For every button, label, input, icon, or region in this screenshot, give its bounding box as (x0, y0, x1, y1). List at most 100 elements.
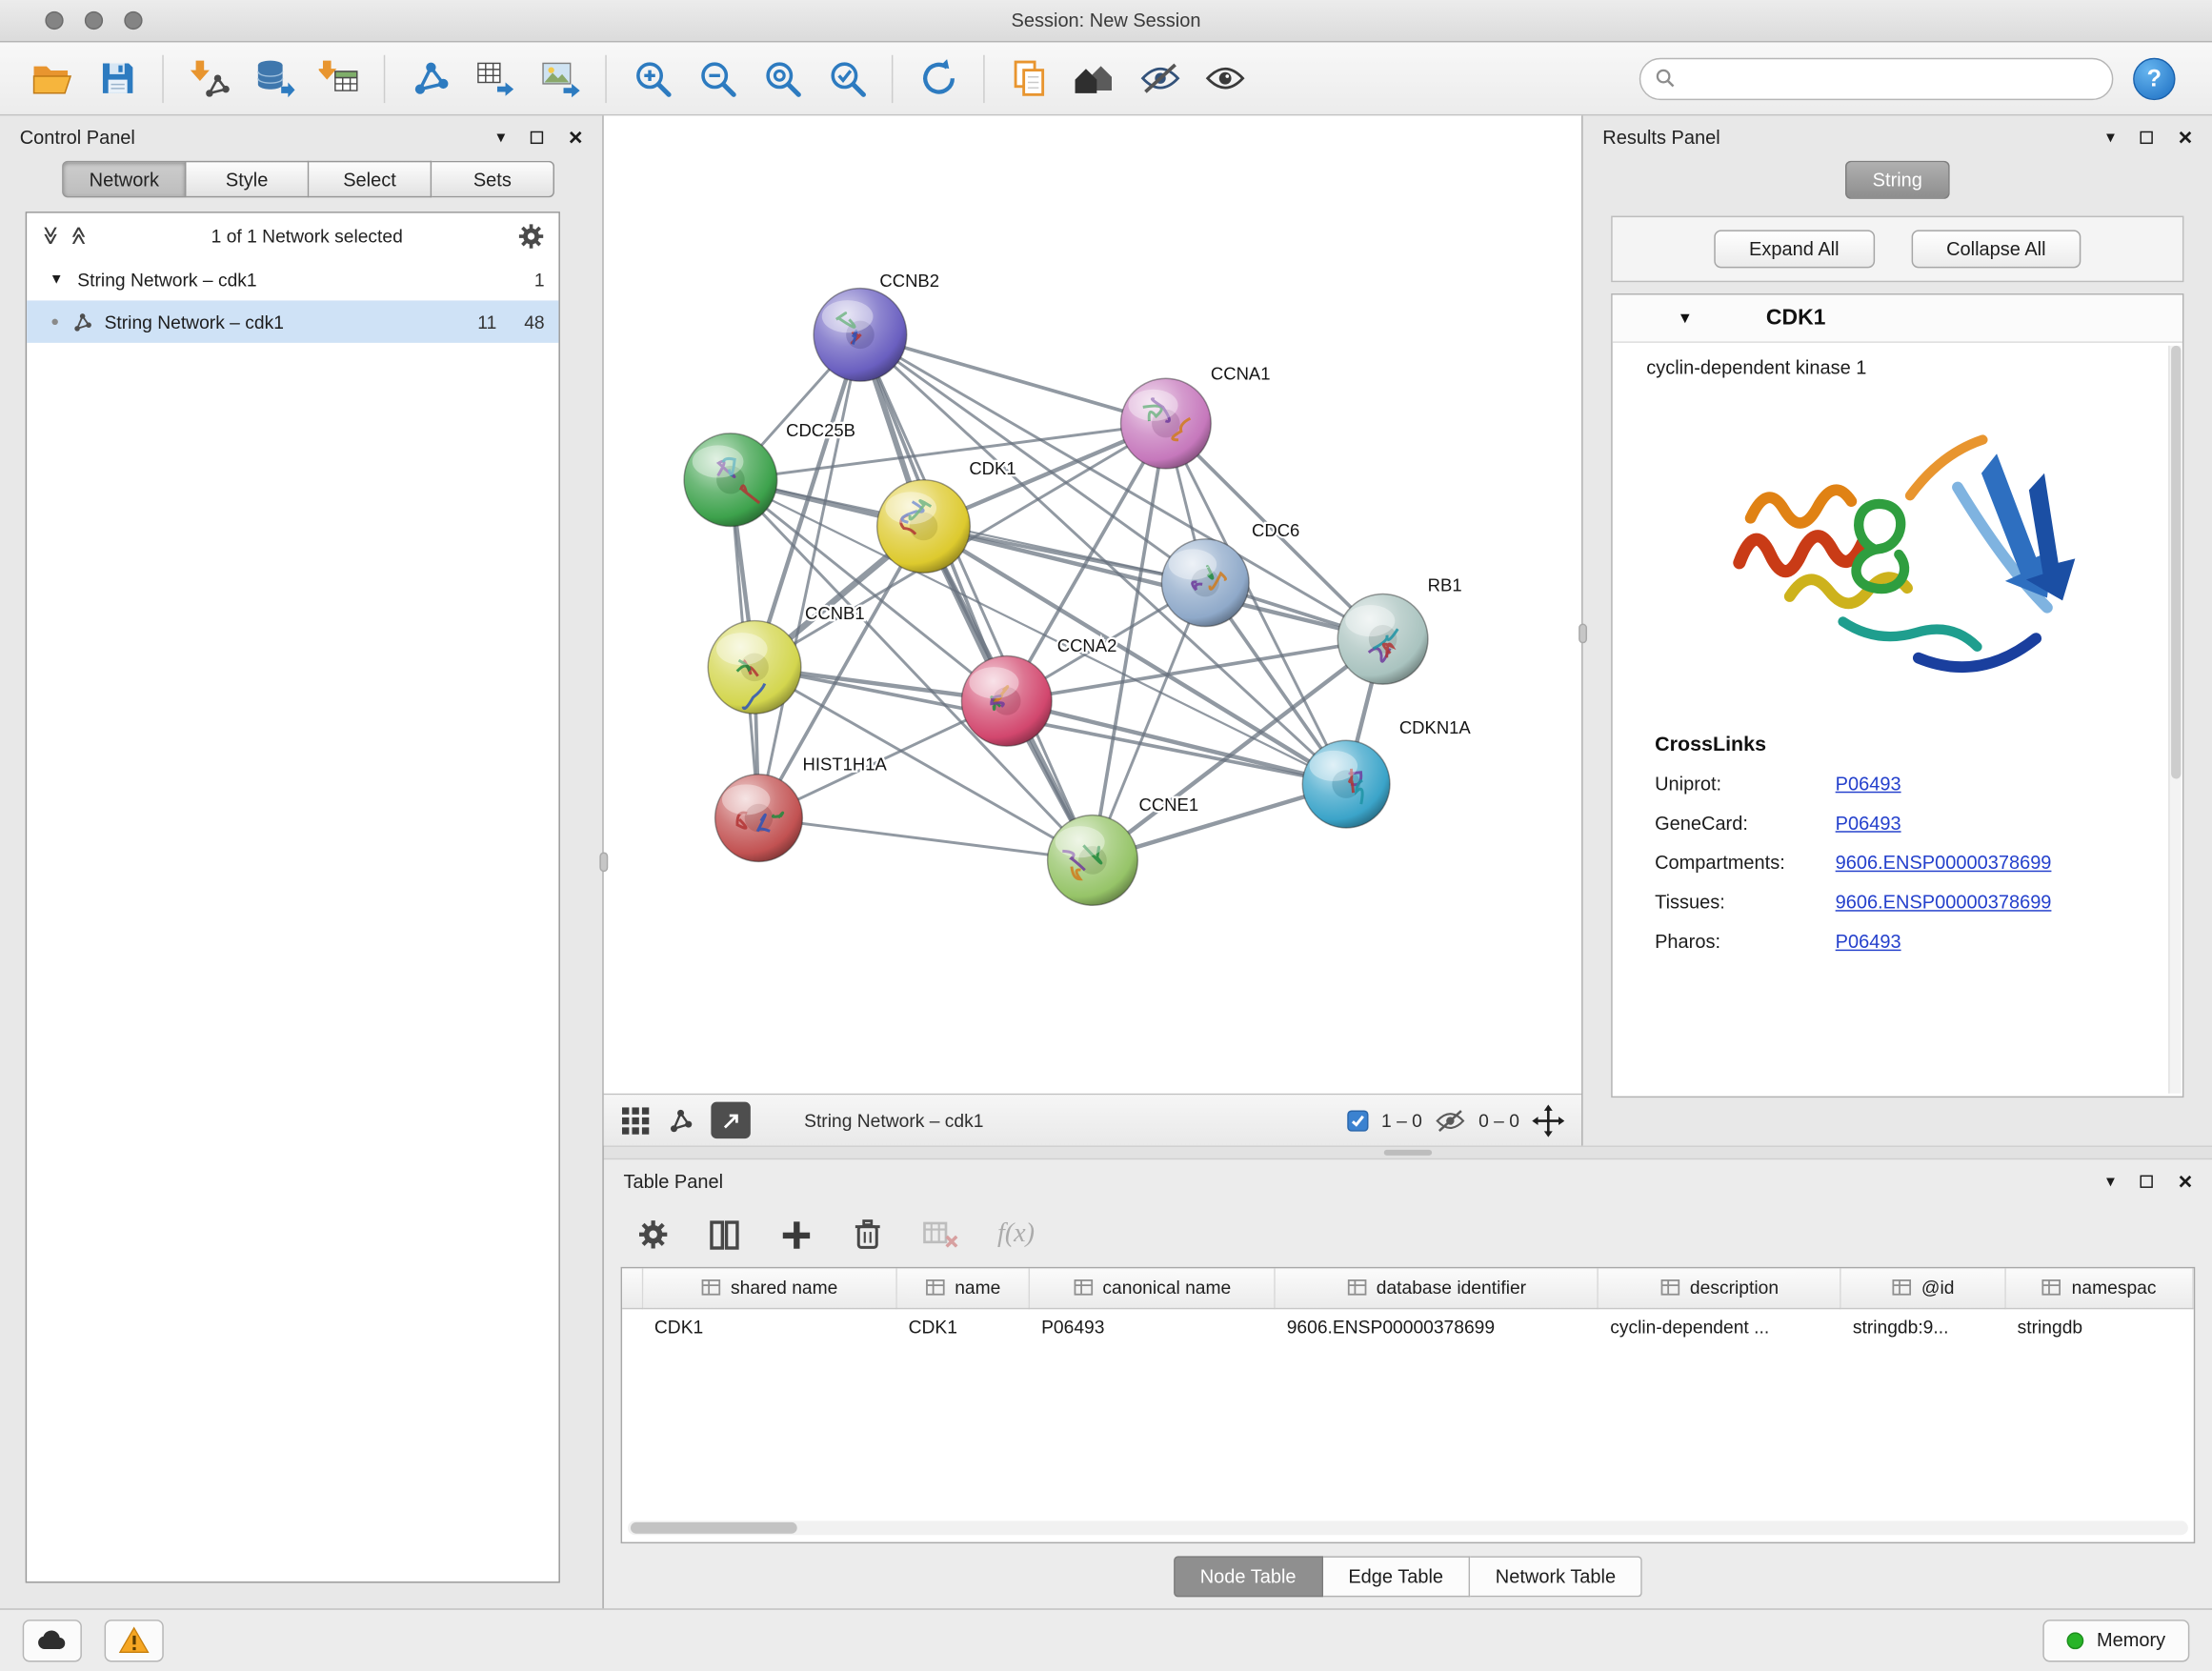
network-node-CDC6[interactable] (1161, 539, 1249, 627)
network-collection-row[interactable]: ▼ String Network – cdk1 1 (27, 258, 558, 300)
zoom-fit-button[interactable] (749, 48, 814, 110)
home-button[interactable] (1062, 48, 1127, 110)
network-node-CCNA2[interactable] (961, 656, 1052, 747)
clone-document-button[interactable] (997, 48, 1062, 110)
network-edge-CDK1-RB1[interactable] (924, 526, 1383, 638)
selected-checkbox[interactable] (1347, 1110, 1368, 1131)
network-node-CCNB1[interactable] (708, 621, 801, 715)
network-row[interactable]: ● String Network – cdk1 11 48 (27, 300, 558, 342)
save-session-button[interactable] (85, 48, 150, 110)
navigator-toggle-button[interactable] (711, 1102, 750, 1139)
column-header-name[interactable]: name (896, 1268, 1029, 1307)
pan-tool-icon[interactable] (1532, 1104, 1564, 1137)
maximize-window-icon[interactable] (124, 11, 142, 30)
collapse-all-networks-icon[interactable]: ≪ (67, 226, 90, 245)
new-network-from-selection-button[interactable] (398, 48, 463, 110)
grid-view-icon[interactable] (621, 1105, 651, 1135)
results-scrollbar-thumb[interactable] (2171, 346, 2181, 779)
column-header-canonical-name[interactable]: canonical name (1029, 1268, 1275, 1307)
show-columns-icon[interactable] (708, 1218, 740, 1251)
tab-style[interactable]: Style (186, 161, 309, 198)
column-header--id[interactable]: @id (1840, 1268, 2005, 1307)
refresh-button[interactable] (906, 48, 971, 110)
control-panel-splitter-handle[interactable] (599, 852, 608, 872)
panel-menu-icon[interactable]: ▾ (2106, 129, 2115, 146)
hide-graphics-button[interactable] (1127, 48, 1192, 110)
import-network-from-file-button[interactable] (176, 48, 241, 110)
open-session-button[interactable] (20, 48, 85, 110)
cell-namespac[interactable]: stringdb (2005, 1308, 2193, 1346)
zoom-out-button[interactable] (684, 48, 749, 110)
network-edge-CCNB2-CCNA1[interactable] (860, 334, 1166, 423)
tab-edge-table[interactable]: Edge Table (1323, 1556, 1470, 1597)
network-node-CDC25B[interactable] (684, 433, 777, 527)
search-input[interactable] (1676, 68, 2098, 89)
panel-menu-icon[interactable]: ▾ (2106, 1173, 2115, 1190)
column-header-description[interactable]: description (1599, 1268, 1841, 1307)
collection-expand-icon[interactable]: ▼ (50, 272, 64, 287)
panel-menu-icon[interactable]: ▾ (496, 129, 505, 146)
crosslink-link-tissues-[interactable]: 9606.ENSP00000378699 (1836, 892, 2141, 913)
table-scrollbar-thumb[interactable] (631, 1522, 797, 1534)
delete-trash-icon[interactable] (852, 1218, 883, 1252)
table-settings-gear-icon[interactable] (637, 1218, 669, 1250)
tab-network-table[interactable]: Network Table (1470, 1556, 1642, 1597)
memory-button[interactable]: Memory (2043, 1619, 2190, 1661)
crosslink-link-genecard-[interactable]: P06493 (1836, 813, 2141, 834)
zoom-in-button[interactable] (619, 48, 684, 110)
tab-node-table[interactable]: Node Table (1174, 1556, 1323, 1597)
tab-select[interactable]: Select (309, 161, 432, 198)
cell-description[interactable]: cyclin-dependent ... (1599, 1308, 1841, 1346)
close-panel-icon[interactable]: × (2179, 1169, 2193, 1193)
expand-all-networks-icon[interactable]: ≫ (39, 226, 62, 245)
close-panel-icon[interactable]: × (569, 125, 583, 149)
network-node-HIST1H1A[interactable] (715, 775, 803, 862)
cell-shared-name[interactable]: CDK1 (642, 1308, 896, 1346)
network-edge-CCNB2-CCNE1[interactable] (860, 334, 1093, 860)
network-results-splitter-handle[interactable] (1579, 624, 1587, 644)
column-header-database-identifier[interactable]: database identifier (1275, 1268, 1598, 1307)
table-row[interactable]: CDK1CDK1P064939606.ENSP00000378699cyclin… (622, 1308, 2193, 1346)
network-edge-HIST1H1A-CCNE1[interactable] (758, 818, 1092, 860)
zoom-selected-button[interactable] (814, 48, 878, 110)
export-image-button[interactable] (528, 48, 593, 110)
network-options-gear-icon[interactable] (517, 222, 544, 249)
cell-canonical-name[interactable]: P06493 (1029, 1308, 1275, 1346)
gene-collapse-icon[interactable]: ▼ (1678, 310, 1693, 327)
cell-database-identifier[interactable]: 9606.ENSP00000378699 (1275, 1308, 1598, 1346)
float-panel-icon[interactable] (2141, 131, 2153, 143)
network-node-CCNE1[interactable] (1048, 815, 1138, 906)
horizontal-splitter[interactable] (604, 1145, 2212, 1159)
column-header-namespac[interactable]: namespac (2005, 1268, 2193, 1307)
close-window-icon[interactable] (45, 11, 63, 30)
add-column-plus-icon[interactable] (780, 1218, 813, 1251)
cell--id[interactable]: stringdb:9... (1840, 1308, 2005, 1346)
float-panel-icon[interactable] (2141, 1175, 2153, 1187)
network-node-CDK1[interactable] (877, 480, 971, 574)
help-button[interactable]: ? (2133, 57, 2175, 99)
warnings-button[interactable] (105, 1619, 164, 1661)
import-table-button[interactable] (306, 48, 371, 110)
tab-string[interactable]: String (1846, 161, 1950, 199)
tab-network[interactable]: Network (62, 161, 186, 198)
cell-name[interactable]: CDK1 (896, 1308, 1029, 1346)
collapse-all-button[interactable]: Collapse All (1911, 230, 2081, 268)
network-node-CCNB2[interactable] (814, 289, 907, 382)
network-node-CDKN1A[interactable] (1302, 740, 1390, 828)
show-graphics-button[interactable] (1192, 48, 1257, 110)
cloud-status-button[interactable] (23, 1619, 82, 1661)
crosslink-link-pharos-[interactable]: P06493 (1836, 931, 2141, 952)
minimize-window-icon[interactable] (85, 11, 103, 30)
network-view-icon[interactable] (667, 1107, 694, 1134)
network-edge-CCNB2-HIST1H1A[interactable] (758, 334, 859, 817)
close-panel-icon[interactable]: × (2179, 125, 2193, 149)
network-node-RB1[interactable] (1337, 594, 1428, 684)
network-node-CCNA1[interactable] (1121, 378, 1212, 469)
network-canvas[interactable]: CCNB2CCNA1CDC25BCDK1CDC6RB1CCNB1CCNA2CDK… (604, 115, 1581, 1093)
tab-sets[interactable]: Sets (432, 161, 554, 198)
crosslink-link-uniprot-[interactable]: P06493 (1836, 774, 2141, 795)
float-panel-icon[interactable] (531, 131, 543, 143)
column-header-shared-name[interactable]: shared name (642, 1268, 896, 1307)
expand-all-button[interactable]: Expand All (1714, 230, 1875, 268)
export-network-button[interactable] (463, 48, 528, 110)
